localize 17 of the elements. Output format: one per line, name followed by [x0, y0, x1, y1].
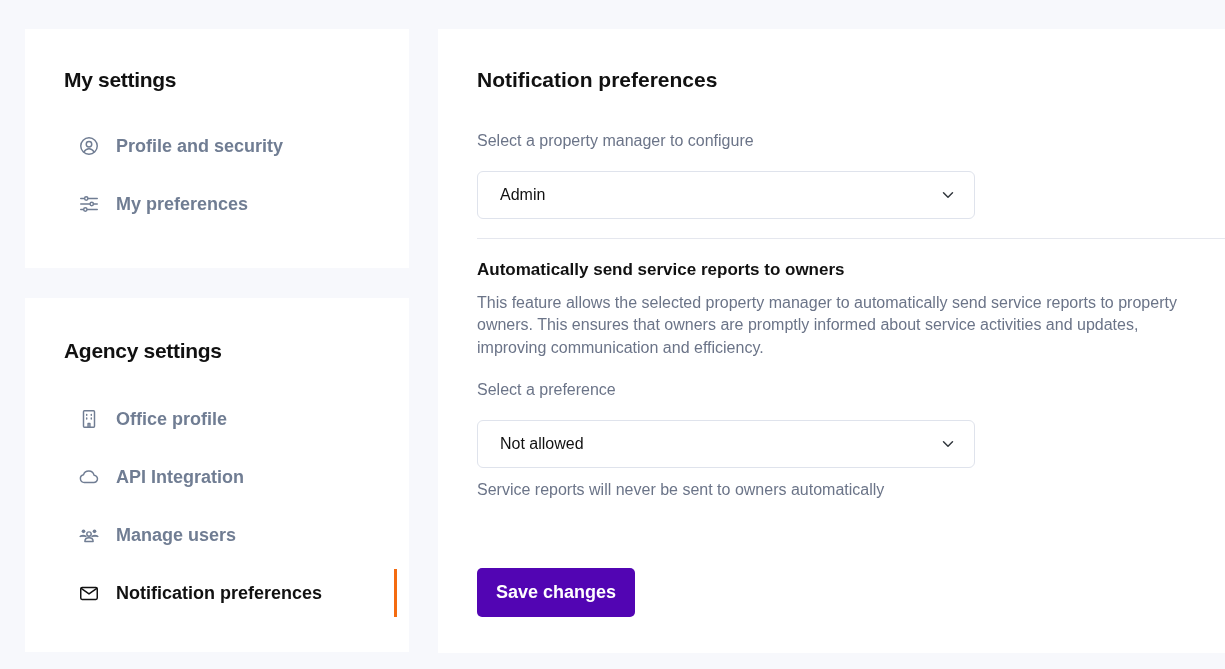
- section-heading: Automatically send service reports to owners: [477, 260, 846, 281]
- sidebar-item[interactable]: My preferences: [64, 180, 372, 229]
- sidebar-item[interactable]: Profile and security: [64, 122, 372, 171]
- section-title: My settings: [64, 67, 178, 93]
- sidebar-item[interactable]: Office profile: [64, 395, 372, 444]
- description-text: This feature allows the selected property manager to automatically send service reports to property owners. This ensures that owners are promptly informed about service activities and updates, improving communication and efficiency.: [477, 292, 1178, 358]
- field-label: Select a preference: [477, 380, 617, 401]
- select-field[interactable]: Admin: [477, 171, 975, 220]
- help-text: Service reports will never be sent to owners automatically: [477, 480, 886, 501]
- field-label: Select a property manager to configure: [477, 131, 755, 152]
- select-field[interactable]: Not allowed: [477, 420, 975, 469]
- sidebar-item[interactable]: API Integration: [64, 453, 372, 502]
- section-title: Agency settings: [64, 338, 223, 364]
- person-icon: [78, 135, 100, 158]
- sidebar-item[interactable]: Manage users: [64, 511, 372, 560]
- page-title: Notification preferences: [477, 67, 719, 93]
- save-button[interactable]: Save changes: [477, 568, 636, 618]
